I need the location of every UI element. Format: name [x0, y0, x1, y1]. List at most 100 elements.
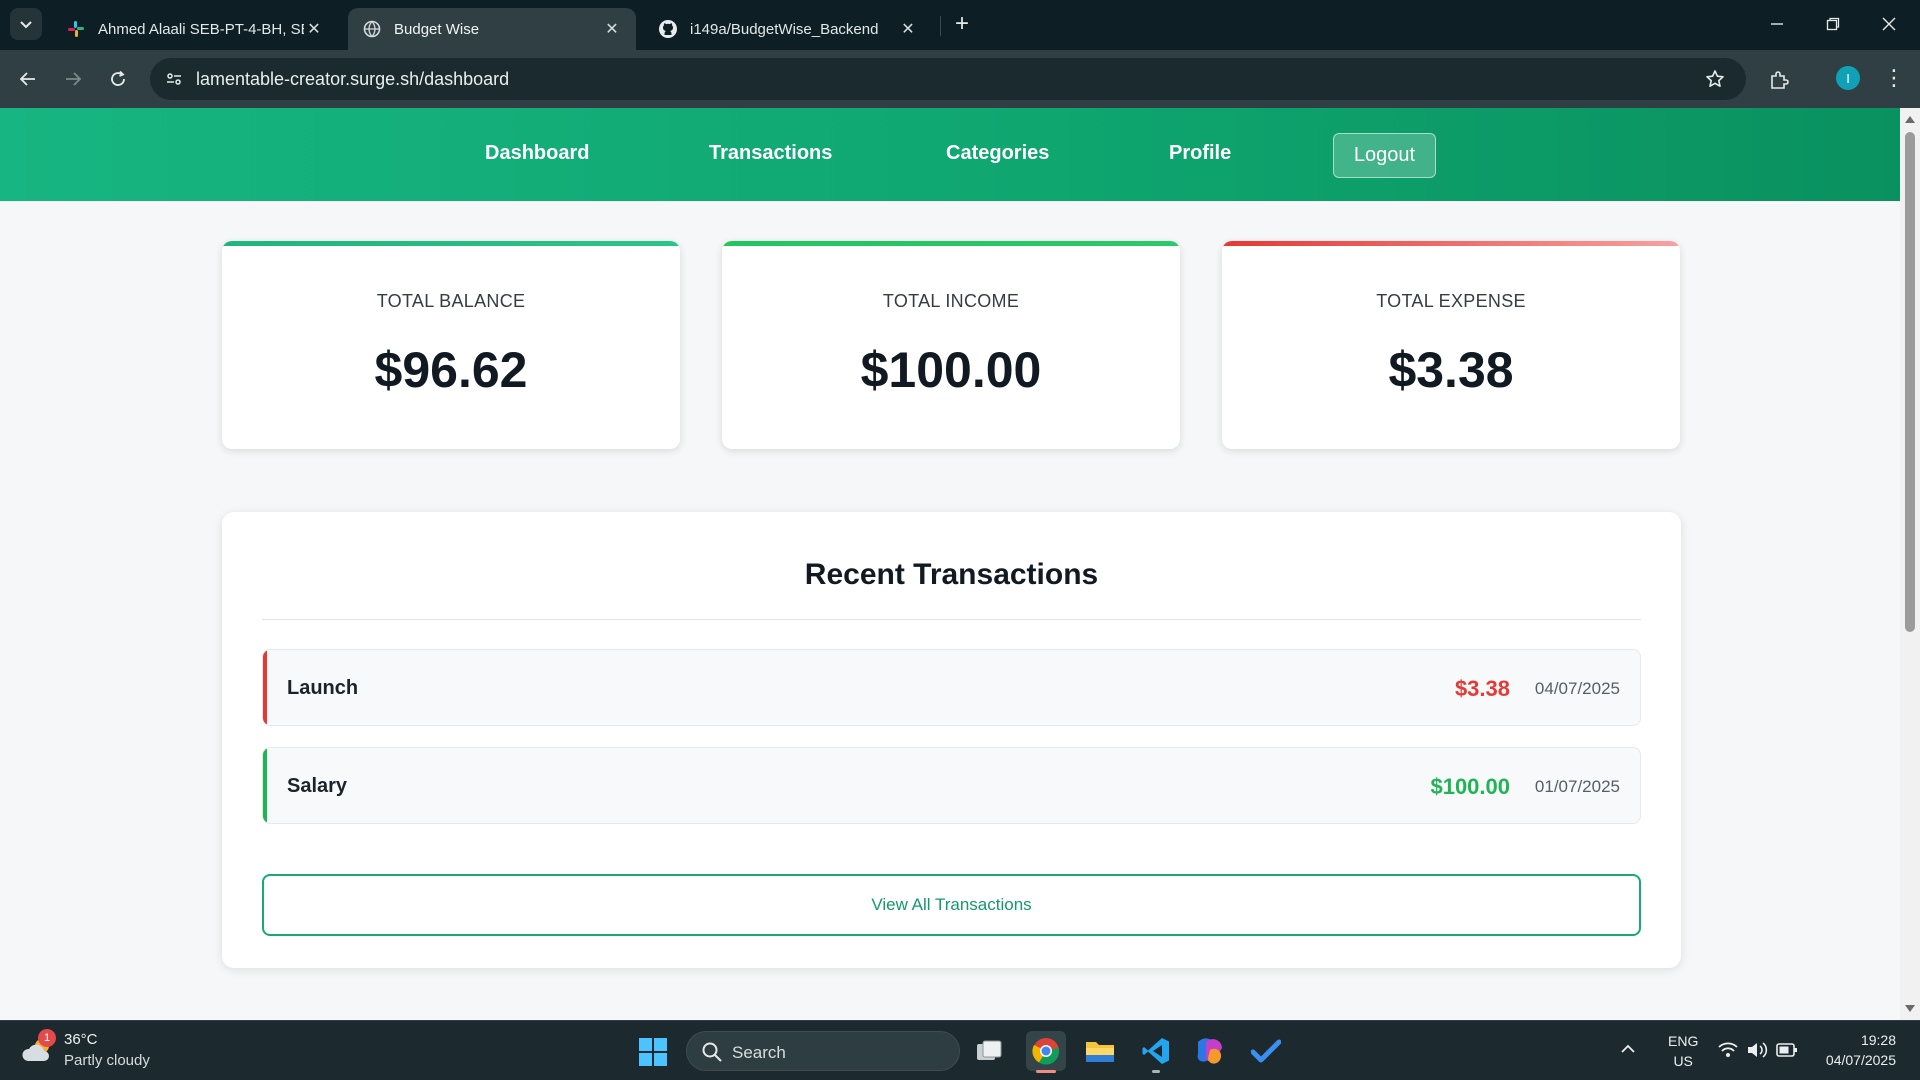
nav-link-dashboard[interactable]: Dashboard: [485, 142, 589, 165]
tab-label: i149a/BudgetWise_Backend: [690, 20, 879, 38]
close-window-button[interactable]: [1866, 8, 1912, 40]
card-accent-bar: [222, 241, 680, 246]
profile-avatar[interactable]: I: [1836, 66, 1860, 90]
scroll-down-arrow-icon[interactable]: [1905, 1005, 1915, 1012]
site-info-icon[interactable]: [160, 65, 188, 93]
summary-card-expense: TOTAL EXPENSE $3.38: [1222, 241, 1680, 449]
github-icon: [658, 19, 678, 39]
nav-link-categories[interactable]: Categories: [946, 142, 1049, 165]
summary-card-balance: TOTAL BALANCE $96.62: [222, 241, 680, 449]
weather-condition[interactable]: Partly cloudy: [64, 1052, 150, 1069]
tab-github[interactable]: i149a/BudgetWise_Backend ✕: [644, 8, 932, 50]
minimize-icon: [1771, 23, 1783, 25]
card-accent-bar: [722, 241, 1180, 246]
transaction-name: Launch: [287, 677, 359, 699]
close-icon: [1882, 17, 1896, 31]
microsoft-365-icon[interactable]: [1190, 1031, 1230, 1071]
divider: [262, 619, 1641, 620]
transaction-row[interactable]: Launch $3.38 04/07/2025: [262, 649, 1641, 726]
nav-link-profile[interactable]: Profile: [1169, 142, 1231, 165]
tab-slack[interactable]: Ahmed Alaali SEB-PT-4-BH, SEB ✕: [52, 8, 338, 50]
transaction-date: 04/07/2025: [1534, 679, 1620, 698]
transaction-name: Salary: [287, 775, 348, 797]
volume-icon[interactable]: [1746, 1041, 1768, 1064]
page-scrollbar[interactable]: [1900, 108, 1920, 1020]
reload-button[interactable]: [100, 61, 136, 97]
forward-button[interactable]: [55, 61, 91, 97]
page-viewport: Dashboard Transactions Categories Profil…: [0, 108, 1900, 1020]
close-icon[interactable]: ✕: [602, 19, 622, 39]
extensions-icon[interactable]: [1764, 65, 1794, 95]
reload-icon: [111, 70, 125, 86]
plus-icon: +: [954, 10, 969, 37]
region-code: US: [1673, 1053, 1693, 1069]
arrow-left-icon: [19, 72, 35, 86]
tab-label: Budget Wise: [394, 20, 480, 38]
recent-transactions-panel: Recent Transactions Launch $3.38 04/07/2…: [222, 512, 1681, 968]
todo-check-icon[interactable]: [1246, 1031, 1286, 1071]
show-hidden-icons-chevron-up-icon[interactable]: [1620, 1041, 1636, 1062]
tab-budget-wise[interactable]: Budget Wise ✕: [348, 8, 636, 50]
windows-taskbar: 1 36°C Partly cloudy Search ENG US 19:28…: [0, 1020, 1920, 1080]
wifi-icon[interactable]: [1718, 1041, 1738, 1064]
new-tab-button[interactable]: +: [948, 10, 976, 38]
weather-badge: 1: [38, 1029, 56, 1047]
file-explorer-icon[interactable]: [1080, 1031, 1120, 1071]
card-value: $100.00: [860, 342, 1042, 398]
card-value: $3.38: [1388, 342, 1514, 398]
summary-card-income: TOTAL INCOME $100.00: [722, 241, 1180, 449]
income-accent: [263, 748, 267, 823]
task-view-icon[interactable]: [970, 1031, 1010, 1071]
close-icon[interactable]: ✕: [898, 19, 918, 39]
browser-toolbar: lamentable-creator.surge.sh/dashboard: [0, 50, 1920, 108]
tab-search-button[interactable]: [10, 8, 42, 40]
close-icon[interactable]: ✕: [304, 19, 324, 39]
transaction-amount: $3.38: [1454, 676, 1510, 701]
system-clock[interactable]: 19:28 04/07/2025: [1826, 1030, 1896, 1070]
tab-separator: [940, 16, 941, 36]
browser-menu-icon[interactable]: ⋮: [1880, 64, 1908, 92]
vscode-icon[interactable]: [1136, 1031, 1176, 1073]
chrome-taskbar-icon[interactable]: [1026, 1031, 1066, 1073]
section-title: Recent Transactions: [804, 558, 1099, 591]
search-placeholder: Search: [732, 1043, 786, 1062]
minimize-button[interactable]: [1754, 8, 1800, 40]
language-indicator[interactable]: ENG US: [1668, 1031, 1698, 1071]
restore-button[interactable]: [1810, 8, 1856, 40]
windows-start-icon[interactable]: [638, 1037, 668, 1067]
weather-temperature[interactable]: 36°C: [64, 1031, 98, 1048]
chevron-down-icon: [20, 21, 32, 29]
clock-date: 04/07/2025: [1825, 1052, 1896, 1068]
running-indicator: [1152, 1070, 1160, 1073]
browser-tab-strip: Ahmed Alaali SEB-PT-4-BH, SEB ✕ Budget W…: [0, 0, 1920, 50]
card-accent-bar: [1222, 241, 1680, 246]
card-value: $96.62: [374, 342, 528, 398]
restore-icon: [1826, 17, 1840, 31]
taskbar-search[interactable]: Search: [686, 1031, 960, 1071]
battery-icon[interactable]: [1776, 1042, 1798, 1063]
url-text[interactable]: lamentable-creator.surge.sh/dashboard: [196, 69, 509, 90]
clock-time: 19:28: [1860, 1032, 1896, 1048]
app-navbar: Dashboard Transactions Categories Profil…: [0, 108, 1900, 201]
card-label: TOTAL EXPENSE: [1376, 291, 1526, 311]
view-all-transactions-button[interactable]: View All Transactions: [262, 874, 1641, 936]
transaction-date: 01/07/2025: [1534, 777, 1620, 796]
card-label: TOTAL INCOME: [882, 291, 1020, 311]
address-bar[interactable]: lamentable-creator.surge.sh/dashboard: [150, 58, 1746, 100]
scrollbar-thumb[interactable]: [1905, 132, 1915, 632]
scroll-up-arrow-icon[interactable]: [1905, 116, 1915, 123]
transaction-row[interactable]: Salary $100.00 01/07/2025: [262, 747, 1641, 824]
logout-button[interactable]: Logout: [1333, 133, 1436, 178]
nav-link-transactions[interactable]: Transactions: [709, 142, 832, 165]
arrow-right-icon: [66, 72, 82, 86]
search-icon: [702, 1042, 722, 1062]
slack-icon: [66, 19, 86, 39]
globe-icon: [362, 19, 382, 39]
expense-accent: [263, 650, 267, 725]
bookmark-star-icon[interactable]: [1702, 66, 1728, 92]
card-label: TOTAL BALANCE: [376, 291, 526, 311]
tab-label: Ahmed Alaali SEB-PT-4-BH, SEB: [98, 20, 304, 38]
transaction-amount: $100.00: [1430, 774, 1510, 799]
active-indicator: [1036, 1070, 1056, 1073]
back-button[interactable]: [10, 61, 46, 97]
